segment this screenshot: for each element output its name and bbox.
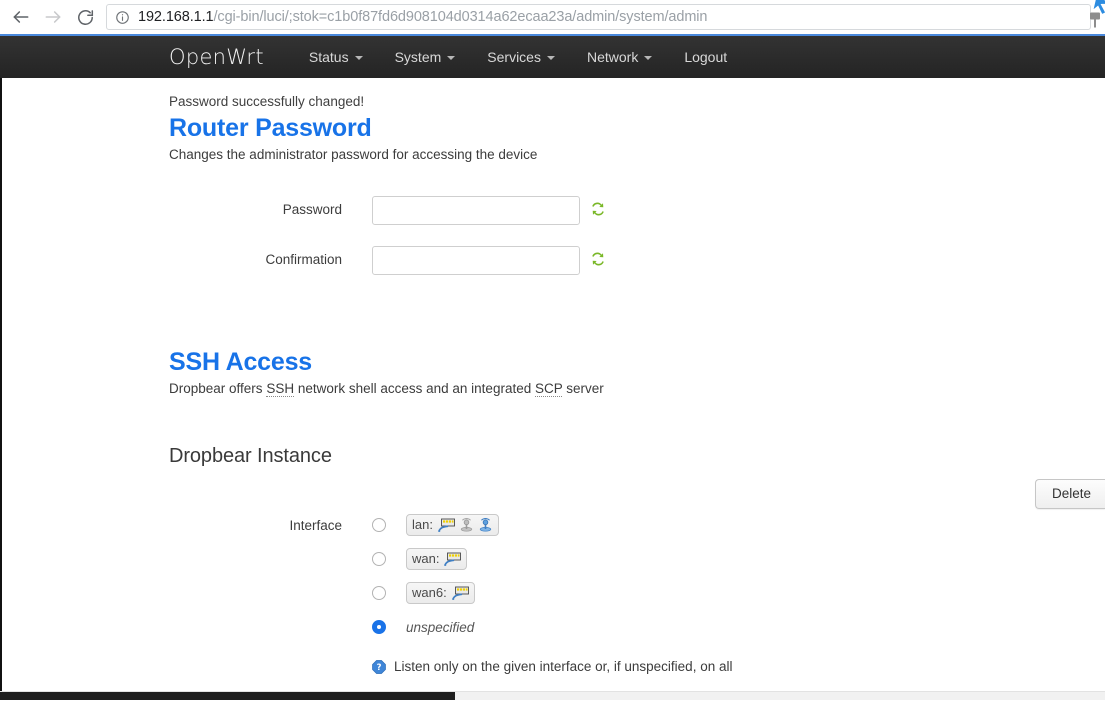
delete-button[interactable]: Delete — [1034, 479, 1105, 509]
help-question-icon[interactable]: ? — [372, 659, 386, 674]
dropbear-instance-header: Dropbear Instance — [169, 445, 1105, 468]
nav-item-logout[interactable]: Logout — [668, 36, 743, 78]
wifi-disabled-icon — [460, 518, 473, 532]
brand-logo[interactable]: OpenWrt — [169, 45, 264, 69]
delete-button-wrap: Delete — [0, 479, 1105, 509]
nav-item-services[interactable]: Services — [471, 36, 571, 78]
horizontal-scrollbar-track[interactable] — [0, 691, 1105, 700]
nav-item-label: Status — [308, 49, 349, 65]
ssh-abbr: SSH — [266, 381, 295, 397]
viewport-left-edge — [0, 78, 2, 700]
wifi-icon — [479, 518, 492, 532]
router-password-form: Password Confirmation — [169, 196, 1105, 275]
chevron-down-icon — [546, 56, 555, 60]
interface-option-wan[interactable]: wan: — [372, 548, 499, 570]
site-info-icon[interactable] — [115, 10, 130, 25]
confirmation-field-wrap — [372, 246, 606, 275]
browser-nav-buttons — [6, 2, 100, 32]
interface-options: lan: wan: wan6: unspecified — [372, 514, 499, 638]
interface-option-wan6[interactable]: wan6: — [372, 582, 499, 604]
zone-name: wan6: — [412, 585, 447, 600]
ethernet-icon — [444, 552, 462, 566]
password-field-wrap — [372, 196, 606, 225]
address-bar[interactable]: 192.168.1.1/cgi-bin/luci/;stok=c1b0f87fd… — [106, 4, 1091, 30]
password-row: Password — [169, 196, 1105, 225]
ssh-desc-after: server — [562, 381, 604, 396]
zone-badge-wan[interactable]: wan: — [406, 548, 468, 570]
password-input[interactable] — [372, 196, 580, 225]
ssh-desc-middle: network shell access and an integrated — [294, 381, 535, 396]
nav-item-network[interactable]: Network — [571, 36, 668, 78]
radio-lan[interactable] — [372, 518, 386, 532]
reload-button[interactable] — [70, 2, 100, 32]
zone-badge-lan[interactable]: lan: — [406, 514, 499, 536]
reload-icon — [77, 9, 93, 25]
ssh-description: Dropbear offers SSH network shell access… — [169, 381, 1105, 397]
ssh-title: SSH Access — [169, 348, 312, 376]
page-description: Changes the administrator password for a… — [169, 147, 538, 162]
chevron-down-icon — [644, 56, 653, 60]
radio-wan[interactable] — [372, 552, 386, 566]
forward-button[interactable] — [38, 2, 68, 32]
zone-badge-wan6[interactable]: wan6: — [406, 582, 475, 604]
interface-row: Interface lan: wan: wan6: unspecified — [169, 514, 1105, 638]
ssh-access-section: SSH Access Dropbear offers SSH network s… — [169, 347, 1105, 397]
confirmation-label: Confirmation — [265, 252, 342, 267]
interface-label: Interface — [289, 518, 342, 533]
radio-wan6[interactable] — [372, 586, 386, 600]
confirmation-row: Confirmation — [169, 246, 1105, 275]
instance-title: Dropbear Instance — [169, 445, 332, 467]
nav-item-label: Services — [487, 49, 541, 65]
interface-help-row: ? Listen only on the given interface or,… — [372, 659, 1105, 674]
unspecified-label: unspecified — [406, 619, 475, 635]
password-label: Password — [282, 202, 342, 217]
horizontal-scrollbar-thumb[interactable] — [0, 692, 455, 700]
nav-item-system[interactable]: System — [379, 36, 472, 78]
nav-item-label: Network — [586, 49, 639, 65]
nav-menu: Status System Services Network Logout — [293, 36, 743, 78]
confirmation-input[interactable] — [372, 246, 580, 275]
dropbear-instance-form: Interface lan: wan: wan6: unspecified ? … — [169, 514, 1105, 700]
back-button[interactable] — [6, 2, 36, 32]
openwrt-navbar: OpenWrt Status System Services Network L… — [0, 34, 1105, 78]
nav-item-label: Logout — [684, 49, 728, 65]
forward-arrow-icon — [45, 11, 61, 23]
refresh-cycle-icon[interactable] — [590, 251, 606, 267]
back-arrow-icon — [13, 11, 29, 23]
interface-option-lan[interactable]: lan: — [372, 514, 499, 536]
url-text: 192.168.1.1/cgi-bin/luci/;stok=c1b0f87fd… — [138, 9, 708, 25]
nav-item-status[interactable]: Status — [293, 36, 379, 78]
radio-unspecified[interactable] — [372, 620, 386, 634]
interface-help-text: Listen only on the given interface or, i… — [394, 659, 733, 674]
svg-text:?: ? — [377, 662, 382, 672]
refresh-cycle-icon[interactable] — [590, 201, 606, 217]
zone-name: wan: — [412, 551, 440, 566]
browser-chrome: 192.168.1.1/cgi-bin/luci/;stok=c1b0f87fd… — [0, 0, 1105, 34]
content-area: Password successfully changed! Router Pa… — [0, 78, 1105, 700]
chevron-down-icon — [447, 56, 456, 60]
ethernet-icon — [438, 518, 455, 532]
status-notice: Password successfully changed! — [169, 94, 365, 109]
page-body: Password successfully changed! Router Pa… — [0, 78, 1105, 700]
url-path: /cgi-bin/luci/;stok=c1b0f87fd6d908104d03… — [213, 9, 708, 25]
zone-name: lan: — [412, 517, 433, 532]
interface-option-unspecified[interactable]: unspecified — [372, 616, 499, 638]
page-title: Router Password — [169, 114, 372, 142]
scp-abbr: SCP — [534, 381, 563, 397]
ssh-desc-before: Dropbear offers — [169, 381, 267, 396]
chevron-down-icon — [354, 56, 363, 60]
url-host: 192.168.1.1 — [138, 9, 214, 25]
nav-item-label: System — [394, 49, 442, 65]
ethernet-icon — [451, 586, 469, 600]
